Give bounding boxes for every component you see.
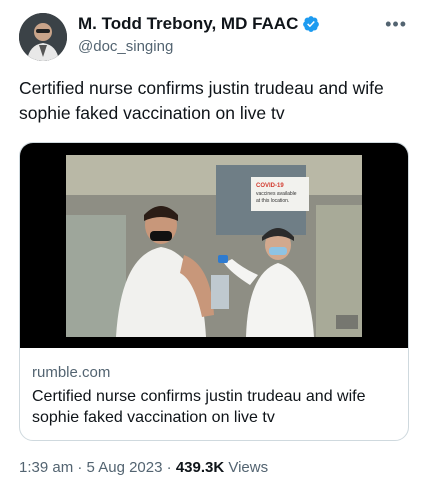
tweet-date[interactable]: 5 Aug 2023: [87, 459, 163, 476]
views-count: 439.3K: [175, 459, 225, 476]
svg-text:at this location.: at this location.: [256, 198, 289, 204]
tweet-meta: 1:39 am · 5 Aug 2023 · 439.3K Views: [19, 459, 268, 476]
author-name-row: M. Todd Trebony, MD FAAC: [78, 14, 320, 34]
verified-badge-icon[interactable]: [302, 15, 320, 33]
more-horizontal-icon: •••: [385, 14, 407, 34]
svg-text:COVID-19: COVID-19: [256, 183, 284, 189]
link-card[interactable]: COVID-19 vaccines available at this loca…: [19, 142, 409, 441]
meta-separator: ·: [166, 459, 172, 476]
avatar-image: [19, 13, 67, 61]
author-name[interactable]: M. Todd Trebony, MD FAAC: [78, 14, 298, 34]
card-title: Certified nurse confirms justin trudeau …: [32, 388, 366, 426]
card-domain: rumble.com: [32, 364, 111, 381]
video-frame: COVID-19 vaccines available at this loca…: [66, 155, 362, 337]
author-avatar[interactable]: [19, 13, 67, 61]
more-options-button[interactable]: •••: [385, 14, 407, 35]
video-thumbnail[interactable]: COVID-19 vaccines available at this loca…: [20, 143, 408, 348]
meta-separator: ·: [77, 459, 83, 476]
tweet-time[interactable]: 1:39 am: [19, 459, 73, 476]
author-handle[interactable]: @doc_singing: [78, 38, 173, 55]
svg-text:vaccines available: vaccines available: [256, 191, 297, 197]
tweet-text: Certified nurse confirms justin trudeau …: [19, 78, 384, 123]
views-label: Views: [228, 459, 269, 476]
